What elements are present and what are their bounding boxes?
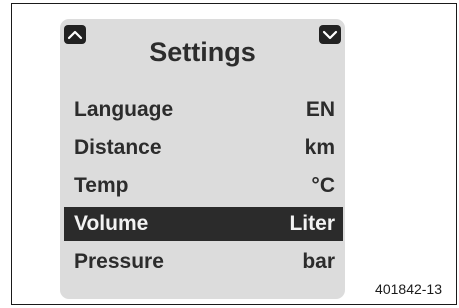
setting-label: Language [74, 98, 174, 121]
setting-row-volume[interactable]: Volume Liter [64, 207, 343, 241]
setting-row-language[interactable]: Language EN [64, 91, 343, 129]
setting-row-pressure[interactable]: Pressure bar [64, 243, 343, 281]
setting-value: km [304, 136, 335, 159]
setting-label: Distance [74, 136, 162, 159]
setting-value: EN [305, 98, 335, 121]
setting-value: °C [311, 174, 335, 197]
setting-label: Volume [74, 212, 149, 235]
page-title: Settings [149, 37, 256, 67]
setting-value: Liter [289, 212, 335, 235]
figure-frame: Settings Language EN Distance km Temp °C… [11, 3, 457, 305]
setting-value: bar [302, 250, 335, 273]
setting-row-distance[interactable]: Distance km [64, 129, 343, 167]
figure-reference-number: 401842-13 [375, 281, 442, 297]
setting-label: Temp [74, 174, 129, 197]
setting-label: Pressure [74, 250, 164, 273]
settings-list: Language EN Distance km Temp °C Volume L… [64, 91, 343, 281]
setting-row-temp[interactable]: Temp °C [64, 167, 343, 205]
settings-screen: Settings Language EN Distance km Temp °C… [60, 19, 345, 299]
